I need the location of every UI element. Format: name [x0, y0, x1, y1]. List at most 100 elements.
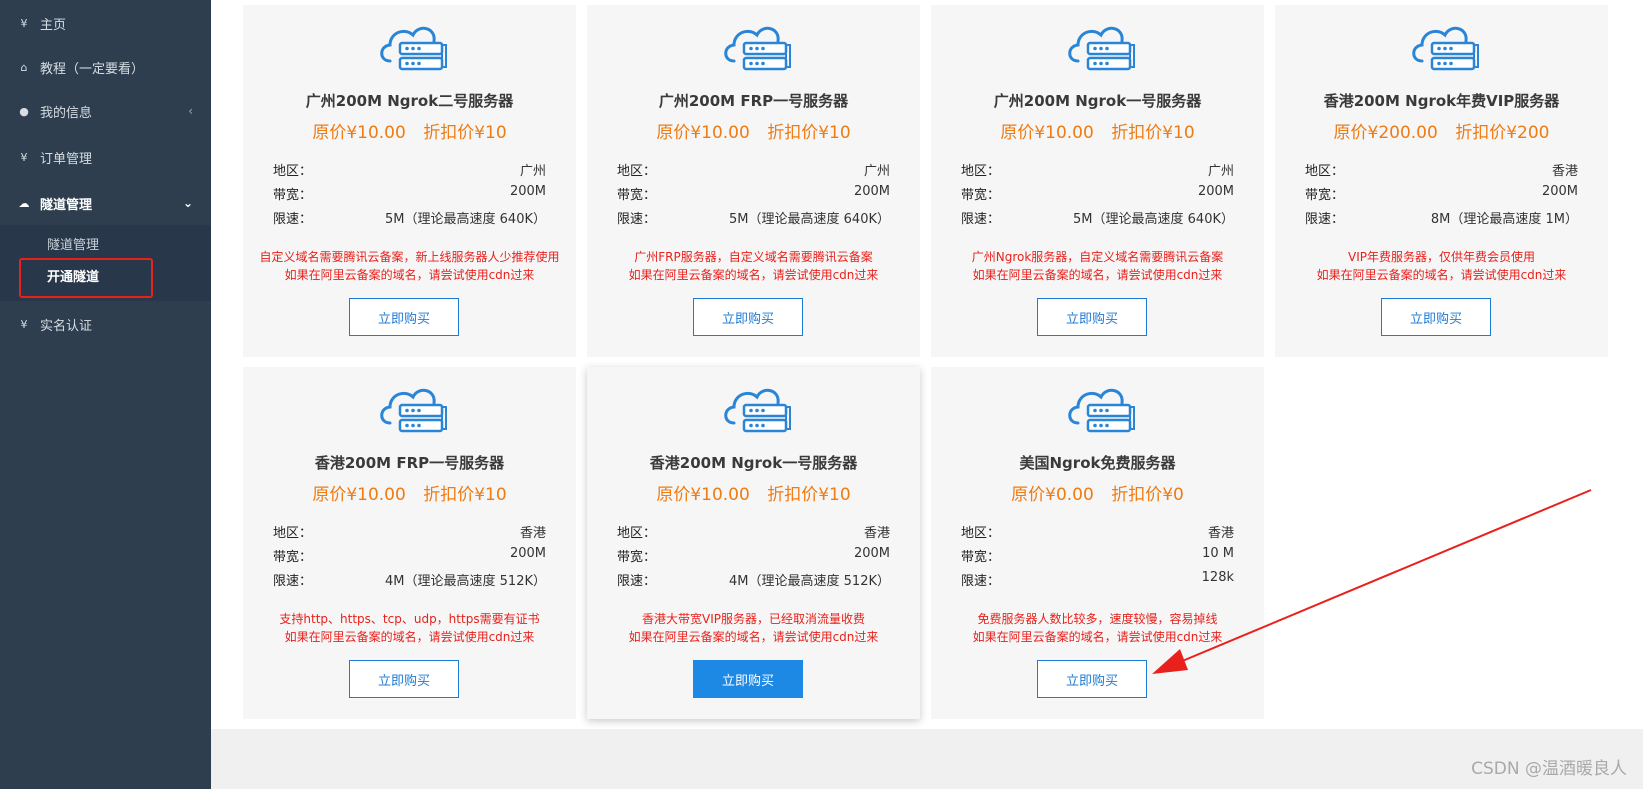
server-note: 如果在阿里云备案的域名，请尝试使用cdn过来	[972, 630, 1223, 644]
nav-label: 我的信息	[40, 105, 93, 121]
spec-label: 限速：	[273, 212, 313, 227]
server-note: 支持http、https、tcp、udp，https需要有证书	[279, 612, 540, 626]
spec-value: 5M（理论最高速度 640K）	[1073, 212, 1234, 227]
watermark: CSDN @温酒暖良人	[1471, 759, 1627, 779]
nav-label: 订单管理	[40, 151, 93, 167]
discount-price: 折扣价¥200	[1455, 123, 1550, 143]
spec-value: 8M（理论最高速度 1M）	[1430, 212, 1578, 227]
cloud-server-icon	[376, 383, 448, 437]
nav-item-my-info[interactable]: ● 我的信息 ‹	[0, 88, 211, 134]
server-title: 香港200M Ngrok一号服务器	[649, 454, 858, 472]
discount-price: 折扣价¥10	[767, 485, 851, 505]
spec-value: 4M（理论最高速度 512K）	[729, 574, 890, 589]
spec-label: 地区：	[961, 164, 1001, 179]
nav-label: 隧道管理	[40, 197, 93, 213]
spec-label: 地区：	[617, 164, 657, 179]
chevron-left-icon: ‹	[188, 104, 193, 118]
buy-now-button[interactable]: 立即购买	[1037, 660, 1147, 698]
original-price: 原价¥0.00	[1011, 485, 1094, 505]
server-card: 广州200M FRP一号服务器 原价¥10.00 折扣价¥10 地区： 广州 带…	[587, 5, 920, 357]
price-row: 原价¥200.00 折扣价¥200	[1275, 118, 1608, 143]
spec-value: 香港	[519, 526, 546, 541]
price-row: 原价¥10.00 折扣价¥10	[587, 118, 920, 143]
spec-label: 限速：	[1305, 212, 1345, 227]
original-price: 原价¥200.00	[1333, 123, 1438, 143]
spec-value: 4M（理论最高速度 512K）	[385, 574, 546, 589]
server-note: 如果在阿里云备案的域名，请尝试使用cdn过来	[284, 630, 535, 644]
cloud-server-icon	[1064, 21, 1136, 75]
spec-label: 地区：	[617, 526, 657, 541]
nav-item-tutorial[interactable]: ⌂ 教程（一定要看）	[0, 44, 211, 90]
spec-value: 128k	[1201, 570, 1234, 585]
discount-price: 折扣价¥10	[423, 485, 507, 505]
spec-value: 香港	[1207, 526, 1234, 541]
server-note: 如果在阿里云备案的域名，请尝试使用cdn过来	[972, 268, 1223, 282]
spec-value: 10 M	[1202, 546, 1234, 561]
discount-price: 折扣价¥0	[1111, 485, 1184, 505]
buy-now-button[interactable]: 立即购买	[693, 298, 803, 336]
server-list: 广州200M Ngrok二号服务器 原价¥10.00 折扣价¥10 地区： 广州…	[211, 0, 1643, 729]
chevron-down-icon: ⌄	[182, 196, 193, 210]
yen-icon: ¥	[20, 16, 28, 30]
nav-item-home[interactable]: ¥ 主页	[0, 0, 211, 46]
discount-price: 折扣价¥10	[767, 123, 851, 143]
submenu-tunnel-management[interactable]: 隧道管理	[47, 234, 99, 253]
server-note: 如果在阿里云备案的域名，请尝试使用cdn过来	[1316, 268, 1567, 282]
spec-value: 200M	[509, 546, 546, 561]
spec-value: 广州	[1207, 164, 1234, 179]
buy-now-button[interactable]: 立即购买	[693, 660, 803, 698]
nav-item-tunnels[interactable]: ☁ 隧道管理 ⌄	[0, 180, 211, 226]
spec-label: 带宽：	[617, 188, 657, 203]
server-card: 香港200M Ngrok年费VIP服务器 原价¥200.00 折扣价¥200 地…	[1275, 5, 1608, 357]
server-title: 广州200M Ngrok一号服务器	[993, 92, 1202, 110]
spec-value: 5M（理论最高速度 640K）	[385, 212, 546, 227]
spec-label: 带宽：	[961, 188, 1001, 203]
spec-label: 地区：	[273, 526, 313, 541]
spec-value: 5M（理论最高速度 640K）	[729, 212, 890, 227]
nav-item-orders[interactable]: ¥ 订单管理	[0, 134, 211, 180]
cloud-icon: ☁	[18, 196, 30, 210]
spec-value: 广州	[863, 164, 890, 179]
spec-label: 限速：	[617, 574, 657, 589]
nav-label: 教程（一定要看）	[40, 61, 145, 77]
original-price: 原价¥10.00	[312, 123, 406, 143]
discount-price: 折扣价¥10	[423, 123, 507, 143]
original-price: 原价¥10.00	[656, 485, 750, 505]
server-card: 广州200M Ngrok二号服务器 原价¥10.00 折扣价¥10 地区： 广州…	[243, 5, 576, 357]
buy-now-button[interactable]: 立即购买	[1381, 298, 1491, 336]
server-card: 香港200M Ngrok一号服务器 原价¥10.00 折扣价¥10 地区： 香港…	[587, 367, 920, 719]
spec-value: 香港	[863, 526, 890, 541]
price-row: 原价¥10.00 折扣价¥10	[587, 480, 920, 505]
discount-price: 折扣价¥10	[1111, 123, 1195, 143]
spec-label: 地区：	[1305, 164, 1345, 179]
main-area: 广州200M Ngrok二号服务器 原价¥10.00 折扣价¥10 地区： 广州…	[211, 0, 1643, 789]
cloud-server-icon	[1408, 21, 1480, 75]
yen-icon: ¥	[20, 317, 28, 331]
price-row: 原价¥10.00 折扣价¥10	[243, 480, 576, 505]
server-title: 香港200M FRP一号服务器	[314, 454, 505, 472]
buy-now-button[interactable]: 立即购买	[1037, 298, 1147, 336]
cloud-server-icon	[1064, 383, 1136, 437]
spec-value: 香港	[1551, 164, 1578, 179]
server-card: 美国Ngrok免费服务器 原价¥0.00 折扣价¥0 地区： 香港 带宽： 10…	[931, 367, 1264, 719]
nav-item-verification[interactable]: ¥ 实名认证	[0, 301, 211, 347]
server-title: 美国Ngrok免费服务器	[1019, 454, 1176, 472]
server-note: 广州Ngrok服务器，自定义域名需要腾讯云备案	[971, 250, 1224, 264]
buy-now-button[interactable]: 立即购买	[349, 660, 459, 698]
spec-value: 200M	[853, 546, 890, 561]
buy-now-button[interactable]: 立即购买	[349, 298, 459, 336]
server-note: 免费服务器人数比较多，速度较慢，容易掉线	[977, 612, 1218, 626]
spec-label: 限速：	[961, 574, 1001, 589]
server-note: 自定义域名需要腾讯云备案，新上线服务器人少推荐使用	[259, 250, 560, 264]
server-title: 广州200M Ngrok二号服务器	[305, 92, 514, 110]
cloud-server-icon	[720, 383, 792, 437]
price-row: 原价¥10.00 折扣价¥10	[243, 118, 576, 143]
spec-label: 限速：	[617, 212, 657, 227]
price-row: 原价¥10.00 折扣价¥10	[931, 118, 1264, 143]
server-title: 广州200M FRP一号服务器	[658, 92, 849, 110]
cloud-server-icon	[720, 21, 792, 75]
nav-label: 主页	[40, 17, 67, 33]
server-card: 香港200M FRP一号服务器 原价¥10.00 折扣价¥10 地区： 香港 带…	[243, 367, 576, 719]
server-note: 如果在阿里云备案的域名，请尝试使用cdn过来	[628, 630, 879, 644]
spec-value: 200M	[1541, 184, 1578, 199]
